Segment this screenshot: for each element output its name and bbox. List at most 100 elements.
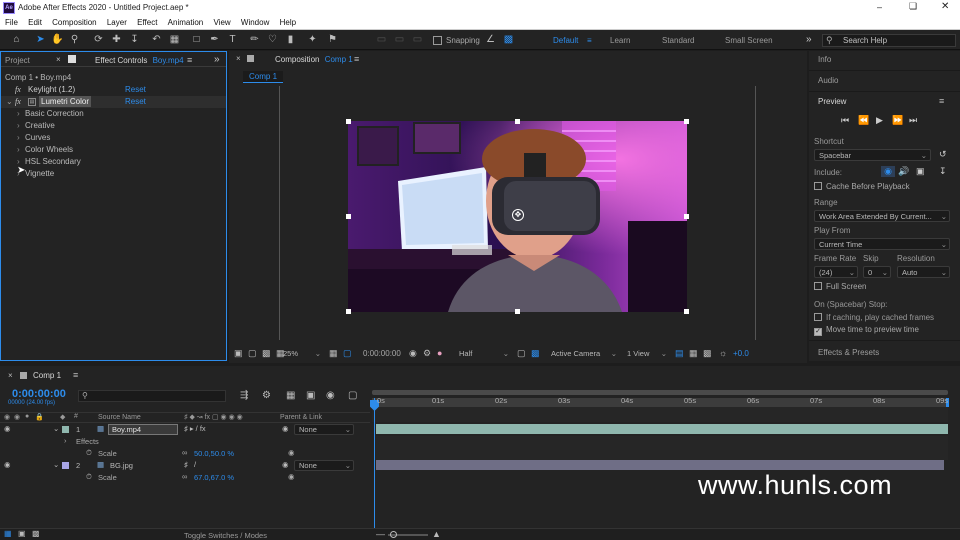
switches-icons[interactable]: ♯ / [184, 460, 196, 469]
shortcut-dropdown[interactable]: Spacebar ⌄ [814, 149, 931, 161]
if-caching-option[interactable]: If caching, play cached frames [814, 313, 934, 322]
audio-panel-header[interactable]: Audio [818, 76, 838, 85]
effect-keylight-row[interactable]: fx Keylight (1.2) Reset [1, 84, 226, 96]
pan-camera-icon[interactable]: ✚ [110, 33, 123, 46]
snapshot-icon[interactable]: ◉ [409, 348, 417, 359]
work-area-bar[interactable] [372, 398, 948, 407]
zoom-out-icon[interactable]: — [376, 529, 385, 539]
motion-blur-icon[interactable]: ◉ [326, 390, 335, 401]
toggle-switches-modes[interactable]: Toggle Switches / Modes [184, 531, 267, 540]
menu-help[interactable]: Help [280, 16, 296, 29]
switches-icons[interactable]: ♯ ▸ / fx [184, 424, 206, 433]
axis-view-icon[interactable]: ▭ [411, 33, 424, 46]
layer-handle[interactable] [684, 214, 689, 219]
show-snapshot-icon[interactable]: ⚙ [423, 348, 431, 359]
property-value[interactable]: 50.0,50.0 % [194, 449, 234, 458]
graph-editor-icon[interactable]: ▢ [348, 390, 357, 401]
stopwatch-icon[interactable]: ⏱ [86, 448, 92, 458]
menu-edit[interactable]: Edit [28, 16, 42, 29]
cache-icon[interactable]: ↧ [939, 166, 947, 177]
panel-menu-icon[interactable]: ≡ [73, 370, 78, 380]
anchor-tool-icon[interactable]: ▦ [168, 33, 181, 46]
layer-handle[interactable] [515, 119, 520, 124]
play-from-dropdown[interactable]: Current Time ⌄ [814, 238, 950, 250]
menu-composition[interactable]: Composition [52, 16, 96, 29]
hide-shy-icon[interactable]: ▦ [286, 390, 295, 401]
maximize-icon[interactable]: ❏ [909, 1, 917, 12]
cache-before-playback-option[interactable]: Cache Before Playback [814, 182, 910, 191]
eraser-tool-icon[interactable]: ▮ [284, 33, 297, 46]
layer-handle[interactable] [684, 119, 689, 124]
menu-animation[interactable]: Animation [168, 16, 204, 29]
zoom-dropdown[interactable]: 25% ⌄ [279, 348, 323, 360]
time-navigator-bar[interactable] [372, 390, 948, 395]
checkbox[interactable] [814, 182, 822, 190]
dolly-camera-icon[interactable]: ↧ [128, 33, 141, 46]
last-frame-icon[interactable]: ⏭ [909, 115, 917, 126]
keylight-reset-link[interactable]: Reset [125, 84, 146, 96]
snap-grid-icon[interactable]: ▩ [502, 33, 515, 46]
property-row[interactable]: ⏱ Scale ∞ 50.0,50.0 % ◉ [0, 448, 370, 460]
resolution-dropdown[interactable]: Auto ⌄ [897, 266, 950, 278]
layer-switches-icon[interactable]: ▦ [4, 529, 12, 538]
playhead-line[interactable] [374, 398, 375, 532]
layer-handle[interactable] [515, 309, 520, 314]
flowchart-icon[interactable]: ▩ [703, 348, 712, 359]
zoom-slider-thumb[interactable] [390, 531, 397, 538]
expand-arrow-icon[interactable]: ⌄ [53, 460, 59, 469]
move-time-option[interactable]: ✓ Move time to preview time [814, 325, 919, 336]
hand-tool-icon[interactable]: ✋ [51, 33, 64, 46]
camera-dropdown[interactable]: Active Camera ⌄ [547, 348, 619, 360]
transfer-controls-icon[interactable]: ▣ [18, 529, 26, 538]
resolution-dropdown[interactable]: Half ⌄ [455, 348, 511, 360]
layer-handle[interactable] [346, 214, 351, 219]
first-frame-icon[interactable]: ⏮ [841, 115, 849, 126]
close-icon[interactable]: ✕ [941, 1, 949, 12]
close-tab-icon[interactable]: × [8, 371, 13, 380]
checkbox-checked[interactable]: ✓ [814, 328, 822, 336]
workspace-menu-icon[interactable]: ≡ [587, 36, 592, 45]
expand-arrow-icon[interactable]: › [17, 156, 20, 168]
expression-pickwhip-icon[interactable]: ◉ [288, 448, 295, 457]
region-of-interest-icon[interactable]: ▢ [248, 348, 257, 359]
comp-mini-flowchart-icon[interactable]: ⇶ [240, 390, 248, 401]
eye-icon[interactable]: ◉ [4, 460, 11, 469]
layer-name[interactable]: Boy.mp4 [108, 424, 178, 435]
home-icon[interactable]: ⌂ [10, 33, 23, 46]
exposure-value[interactable]: +0.0 [733, 349, 749, 358]
layer-row[interactable]: ◉ ⌄ 2 ▦ BG.jpg ♯ / ◉ None ⌄ [0, 460, 370, 472]
property-row[interactable]: ⏱ Scale ∞ 67.0,67.0 % ◉ [0, 472, 370, 484]
layer-handle[interactable] [346, 119, 351, 124]
menu-layer[interactable]: Layer [107, 16, 127, 29]
menu-window[interactable]: Window [241, 16, 269, 29]
reset-shortcut-icon[interactable]: ↺ [939, 149, 947, 160]
layer-name[interactable]: BG.jpg [110, 461, 133, 470]
clone-stamp-icon[interactable]: ♡ [266, 33, 279, 46]
menu-effect[interactable]: Effect [137, 16, 157, 29]
expand-arrow-icon[interactable]: › [17, 144, 20, 156]
draft-3d-icon[interactable]: ⚙ [262, 390, 271, 401]
reset-exposure-icon[interactable]: ☼ [719, 348, 727, 358]
tab-project[interactable]: Project [5, 56, 30, 65]
layer-handle[interactable] [684, 309, 689, 314]
timeline-icon[interactable]: ▦ [689, 348, 698, 359]
workspace-overflow-icon[interactable]: » [806, 34, 812, 45]
transparency-grid-icon[interactable]: ▩ [531, 348, 540, 359]
menu-view[interactable]: View [213, 16, 230, 29]
label-color-swatch[interactable] [62, 426, 69, 433]
effect-lumetri-row[interactable]: ⌄ fx ▤ Lumetri Color Reset [1, 96, 226, 108]
search-help-field[interactable]: ⚲ Search Help [822, 34, 956, 47]
always-preview-icon[interactable]: ▣ [234, 348, 243, 359]
snap-options-icon[interactable]: ∠ [484, 33, 497, 46]
timeline-tab[interactable]: Comp 1 [33, 371, 61, 380]
effects-group-row[interactable]: › Effects [0, 436, 370, 448]
link-constrain-icon[interactable]: ∞ [182, 472, 187, 481]
layer-1-track[interactable] [376, 424, 948, 434]
next-frame-icon[interactable]: ⏩ [892, 115, 903, 126]
rotation-tool-icon[interactable]: ↶ [150, 33, 163, 46]
prev-frame-icon[interactable]: ⏪ [858, 115, 869, 126]
expand-arrow-icon[interactable]: ⌄ [53, 424, 59, 433]
parent-pickwhip-icon[interactable]: ◉ [282, 424, 289, 433]
parent-dropdown[interactable]: None ⌄ [294, 424, 354, 435]
comp-subtab[interactable]: Comp 1 [243, 71, 284, 83]
